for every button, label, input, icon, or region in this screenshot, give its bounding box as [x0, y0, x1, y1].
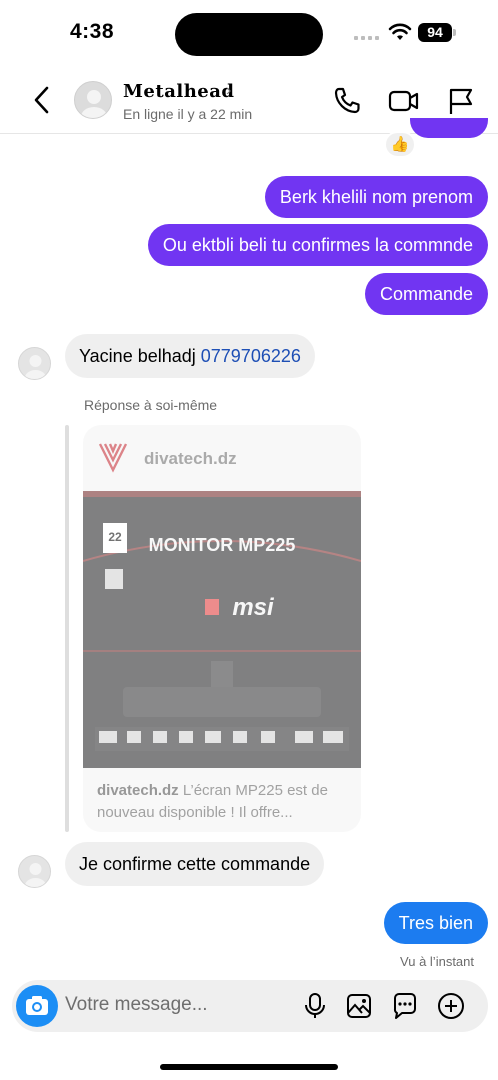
plus-icon[interactable] — [437, 992, 465, 1020]
avatar[interactable] — [74, 81, 112, 119]
flag-icon[interactable] — [446, 86, 476, 116]
contact-status: En ligne il y a 22 min — [123, 106, 253, 122]
camera-icon — [26, 996, 48, 1015]
monitor-promo-image: 22 MONITOR MP225 msi — [83, 491, 361, 768]
camera-button[interactable] — [16, 985, 58, 1027]
seen-indicator: Vu à l’instant — [400, 954, 474, 969]
sticker-icon[interactable] — [391, 992, 419, 1020]
status-time: 4:38 — [70, 20, 115, 43]
wifi-icon — [388, 23, 412, 40]
reply-label: Réponse à soi-même — [84, 397, 218, 413]
video-icon[interactable] — [388, 86, 420, 116]
message-composer — [12, 980, 488, 1032]
battery-indicator: 94 — [418, 23, 452, 42]
shared-post-card[interactable]: divatech.dz 22 MONITOR MP225 msi divatec… — [83, 425, 361, 832]
reaction-thumbs-up-icon[interactable]: 👍 — [384, 131, 416, 158]
image-icon[interactable] — [345, 992, 373, 1020]
home-indicator[interactable] — [160, 1064, 338, 1070]
message-text: Yacine belhadj — [79, 346, 201, 366]
chevron-right-icon[interactable]: › — [226, 82, 231, 100]
image-brand: msi — [232, 594, 275, 621]
signal-icon — [354, 36, 379, 40]
outgoing-message[interactable]: Berk khelili nom prenom — [264, 176, 488, 218]
shared-post-header: divatech.dz — [83, 425, 361, 491]
shared-post-domain: divatech.dz — [144, 449, 237, 468]
message-input[interactable] — [65, 994, 295, 1016]
badge-number: 22 — [108, 530, 122, 544]
phone-icon[interactable] — [332, 86, 362, 116]
microphone-icon[interactable] — [301, 992, 329, 1020]
back-icon[interactable] — [28, 84, 56, 116]
sender-avatar[interactable] — [18, 347, 51, 380]
dynamic-island — [175, 13, 323, 56]
sender-avatar[interactable] — [18, 855, 51, 888]
outgoing-message[interactable]: Commande — [364, 273, 488, 315]
shared-post-image[interactable]: 22 MONITOR MP225 msi — [83, 491, 361, 768]
caption-domain: divatech.dz — [97, 782, 179, 799]
battery-tip — [453, 29, 456, 36]
image-title: MONITOR MP225 — [149, 535, 296, 555]
status-bar: 4:38 94 — [0, 0, 498, 62]
phone-number-link[interactable]: 0779706226 — [201, 346, 301, 366]
shared-post-caption: divatech.dz L’écran MP225 est de nouveau… — [97, 780, 349, 824]
outgoing-message[interactable]: Tres bien — [383, 902, 488, 944]
outgoing-message[interactable]: Ou ektbli beli tu confirmes la commnde — [147, 224, 488, 266]
previous-message-bubble[interactable] — [410, 118, 488, 138]
incoming-message[interactable]: Yacine belhadj 0779706226 — [65, 334, 315, 378]
reply-indicator-line — [65, 425, 69, 832]
divatech-logo-icon — [98, 443, 128, 473]
incoming-message[interactable]: Je confirme cette commande — [65, 842, 325, 886]
contact-name[interactable]: Metalhead — [123, 81, 234, 102]
